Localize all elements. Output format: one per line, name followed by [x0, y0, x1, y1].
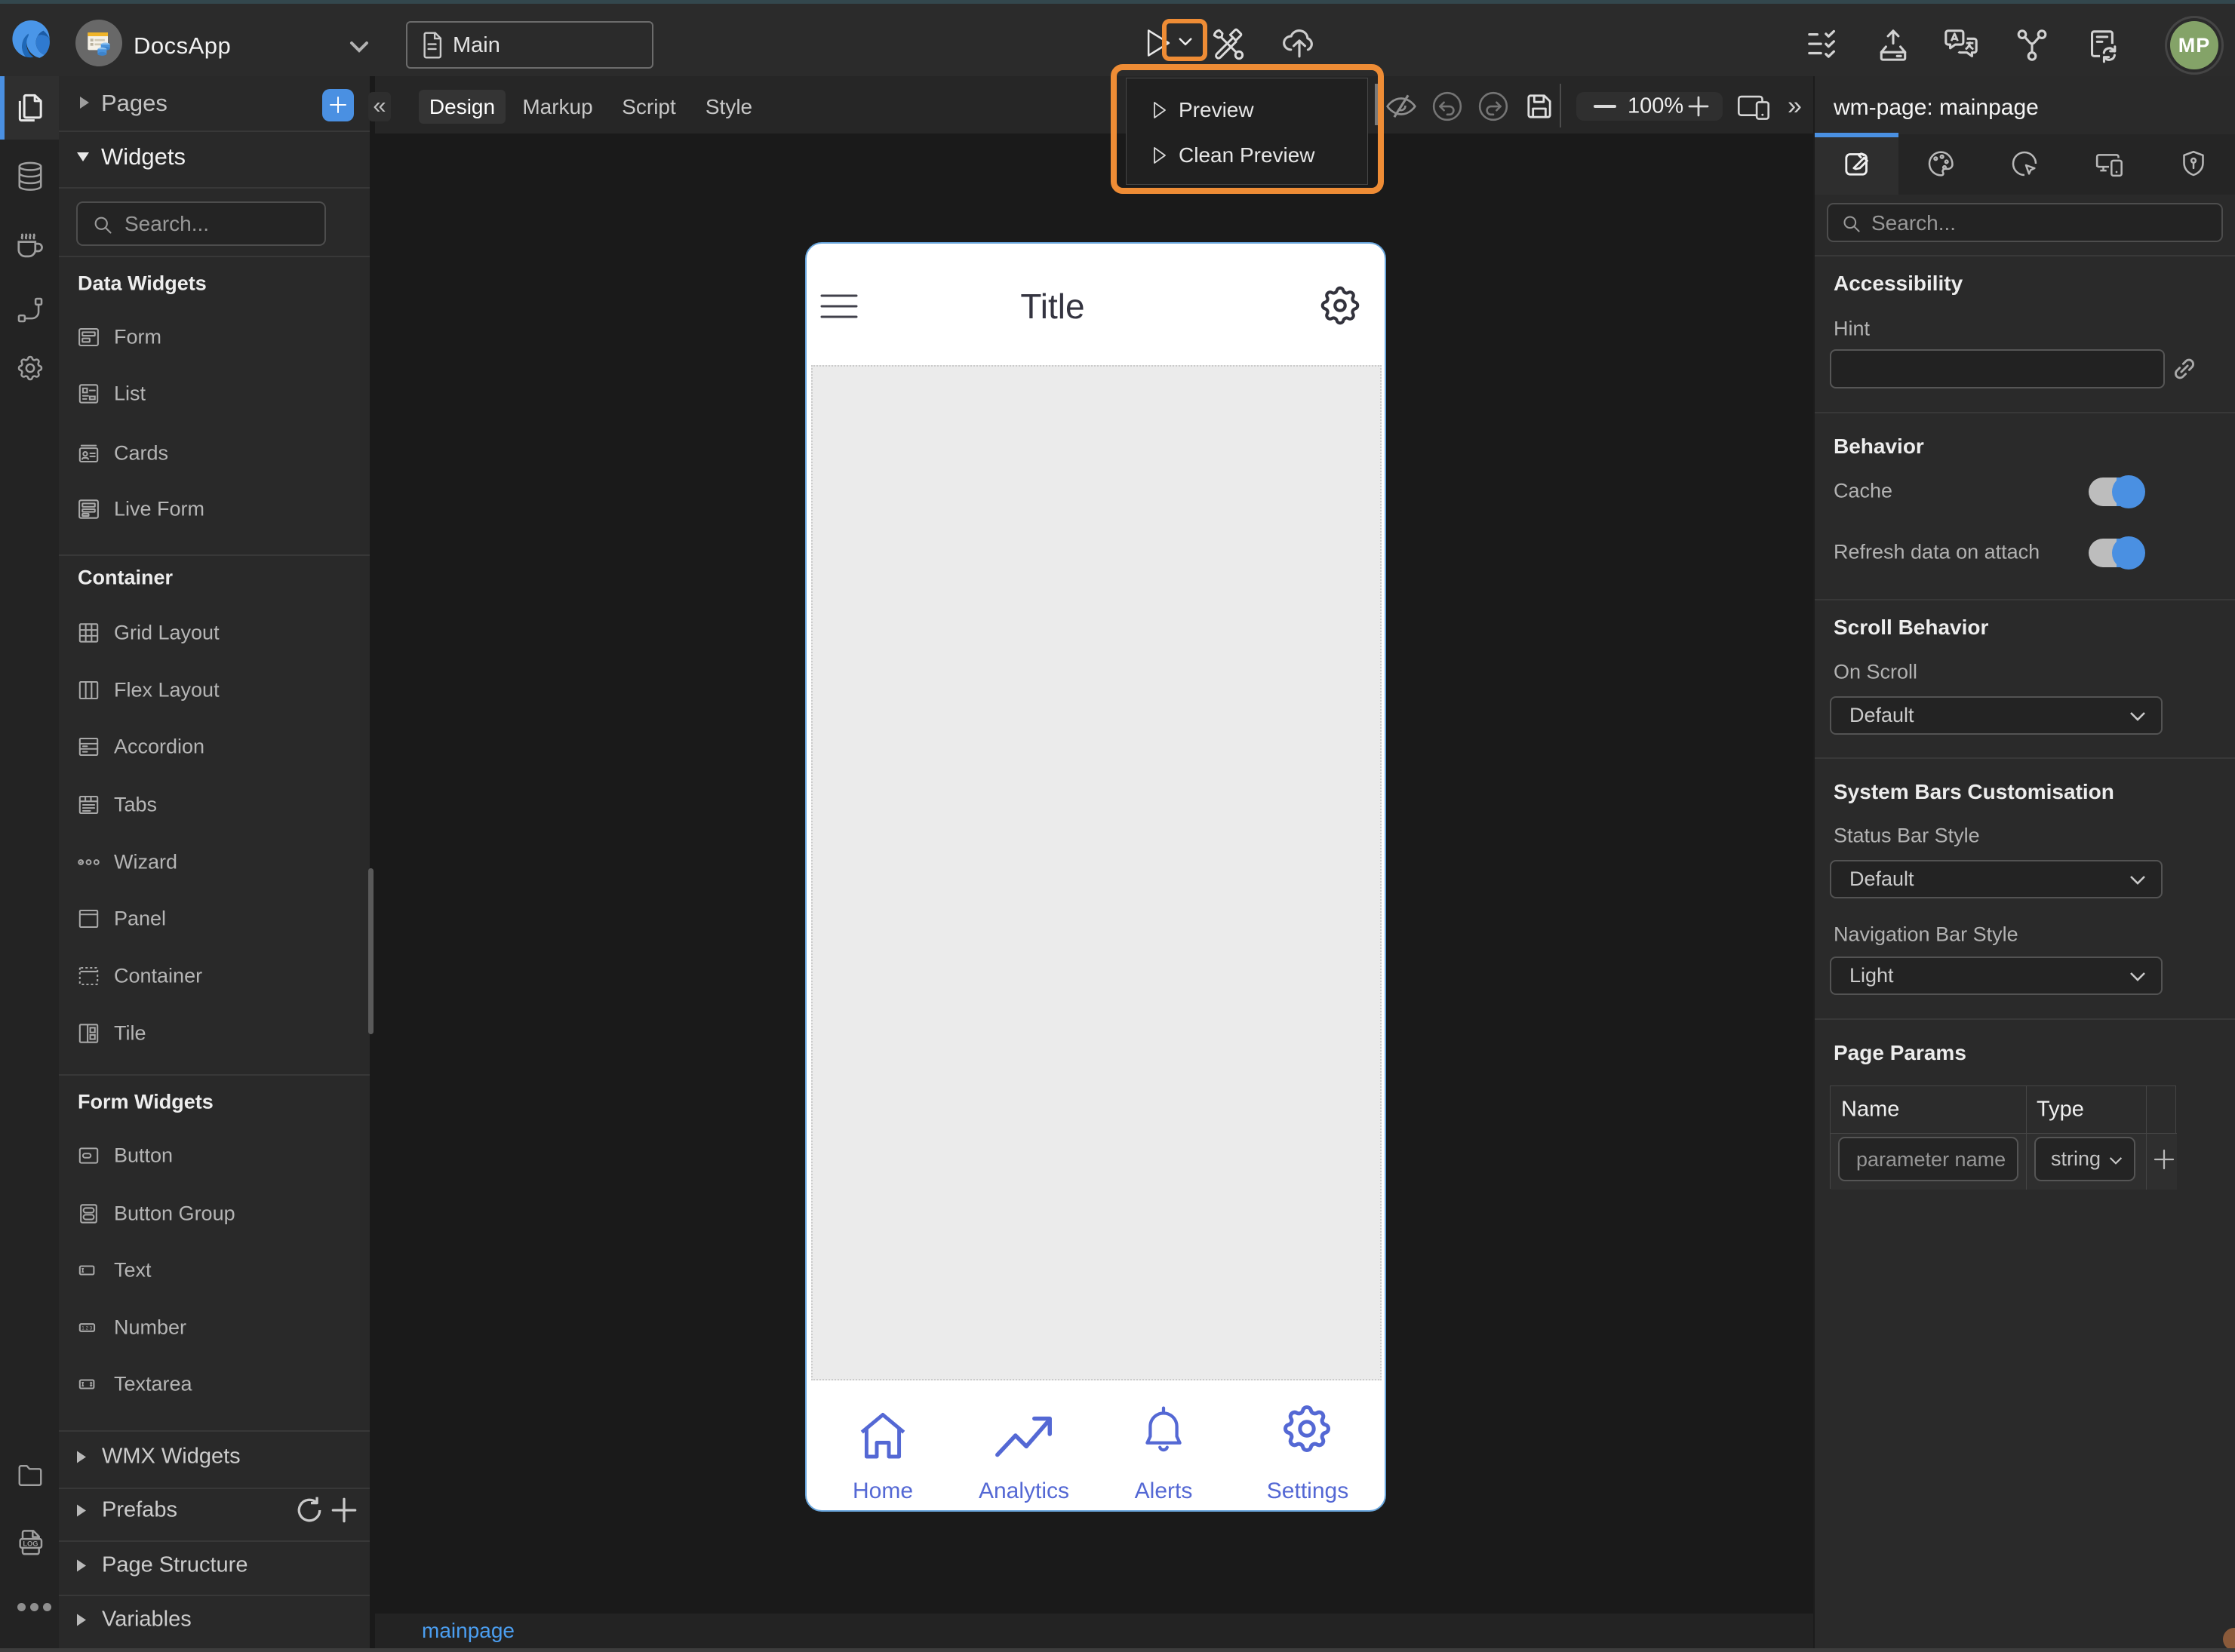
svg-text:1 2 3: 1 2 3 — [81, 1325, 93, 1331]
svg-text:LOG: LOG — [23, 1540, 38, 1547]
